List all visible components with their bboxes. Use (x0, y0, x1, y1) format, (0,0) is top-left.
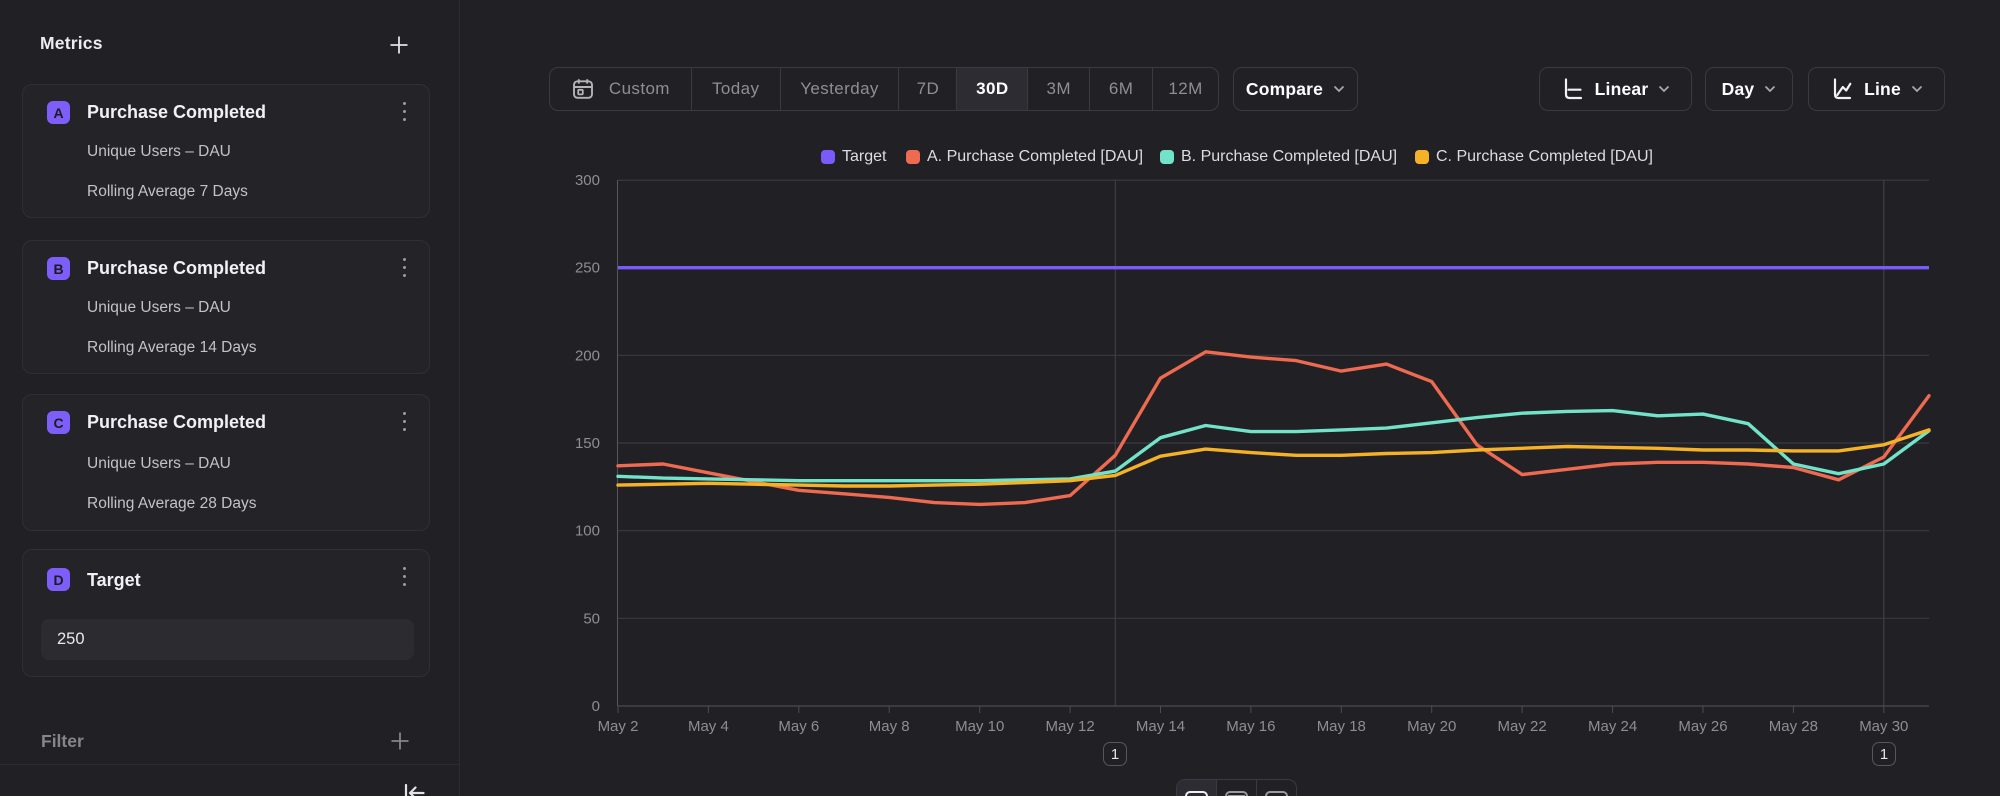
svg-text:50: 50 (583, 610, 600, 627)
svg-text:200: 200 (575, 347, 600, 364)
svg-text:100: 100 (575, 523, 600, 540)
svg-text:0: 0 (592, 698, 600, 715)
svg-text:May 16: May 16 (1226, 718, 1275, 735)
svg-text:May 30: May 30 (1859, 718, 1908, 735)
svg-text:May 10: May 10 (955, 718, 1004, 735)
svg-text:300: 300 (575, 172, 600, 189)
svg-text:May 6: May 6 (778, 718, 819, 735)
svg-text:May 4: May 4 (688, 718, 729, 735)
svg-text:150: 150 (575, 435, 600, 452)
svg-text:May 14: May 14 (1136, 718, 1185, 735)
svg-text:May 24: May 24 (1588, 718, 1637, 735)
svg-text:May 2: May 2 (598, 718, 639, 735)
svg-text:May 8: May 8 (869, 718, 910, 735)
svg-text:May 20: May 20 (1407, 718, 1456, 735)
svg-text:May 26: May 26 (1678, 718, 1727, 735)
svg-text:250: 250 (575, 260, 600, 277)
svg-text:May 18: May 18 (1317, 718, 1366, 735)
svg-text:May 28: May 28 (1769, 718, 1818, 735)
svg-text:May 12: May 12 (1045, 718, 1094, 735)
svg-text:May 22: May 22 (1497, 718, 1546, 735)
